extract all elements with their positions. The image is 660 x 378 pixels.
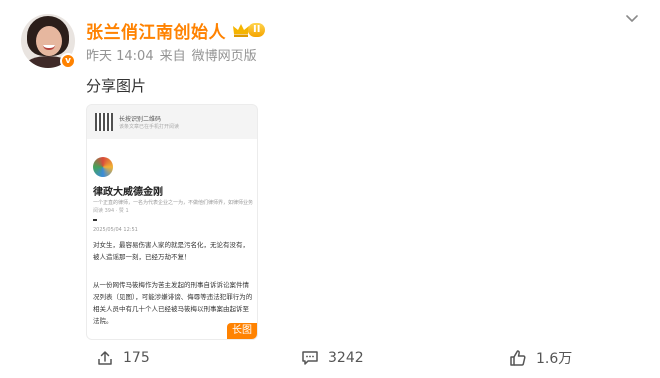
post-text: 分享图片 [86,77,147,95]
qr-code-icon [95,113,113,131]
article-meta: 阅读 394 · 赞 1 [93,208,129,214]
share-count: 175 [123,350,150,366]
username-link[interactable]: 张兰俏江南创始人 [86,18,226,43]
article-paragraph-2: 从一份网传马筱梅作为苦主发起的刑事自诉诉讼案件情况列表（见图），可能涉嫌诽谤、侮… [93,281,253,325]
post-source: 微博网页版 [191,49,257,64]
comment-button[interactable]: 3242 [300,343,364,373]
post-avatar-container[interactable]: v [21,14,76,69]
chevron-down-icon[interactable] [624,10,640,26]
article-divider [93,219,97,221]
post-action-bar: 175 3242 1.6万 [0,343,660,373]
article-author-name: 律政大威德金刚 [93,187,163,198]
verified-badge-icon: v [60,53,76,69]
article-paragraph-1: 对女生，最容易伤害人家的就是污名化，无论有没有，被人造谣那一刻，已经万劫不复！ [93,241,249,261]
thumbs-up-icon [510,350,526,366]
comment-count: 3242 [328,350,364,366]
source-prefix: 来自 [159,49,186,64]
avatar-face [36,26,62,56]
long-image-tag: 长图 [227,323,257,339]
qr-subtitle: 该条文章已在手机打开阅读 [119,124,180,130]
qr-title: 长按识别二维码 [119,116,162,123]
post-time[interactable]: 昨天 14:04 [86,45,154,64]
article-date: 2025/05/04 12:51 [93,227,138,233]
image-article-card: 律政大威德金刚 一个正直的律师，一名为代表企业之一为，不做他们律师界，如律师业务… [87,139,257,339]
article-author-avatar [93,157,113,177]
comment-icon [302,351,318,365]
post-meta: 昨天 14:04 来自 微博网页版 [86,45,257,64]
like-count: 1.6万 [536,351,573,367]
level-label: II [248,23,266,37]
share-button[interactable]: 175 [95,343,150,373]
post-image-thumbnail[interactable]: 长按识别二维码 该条文章已在手机打开阅读 律政大威德金刚 一个正直的律师，一名为… [86,104,258,340]
like-button[interactable]: 1.6万 [508,343,572,373]
share-icon [98,351,112,365]
name-row: 张兰俏江南创始人 II [86,18,266,43]
article-author-subtitle: 一个正直的律师，一名为代表企业之一为，不做他们律师界，如律师业务 [93,200,254,206]
member-level-badge[interactable]: II [232,22,266,38]
